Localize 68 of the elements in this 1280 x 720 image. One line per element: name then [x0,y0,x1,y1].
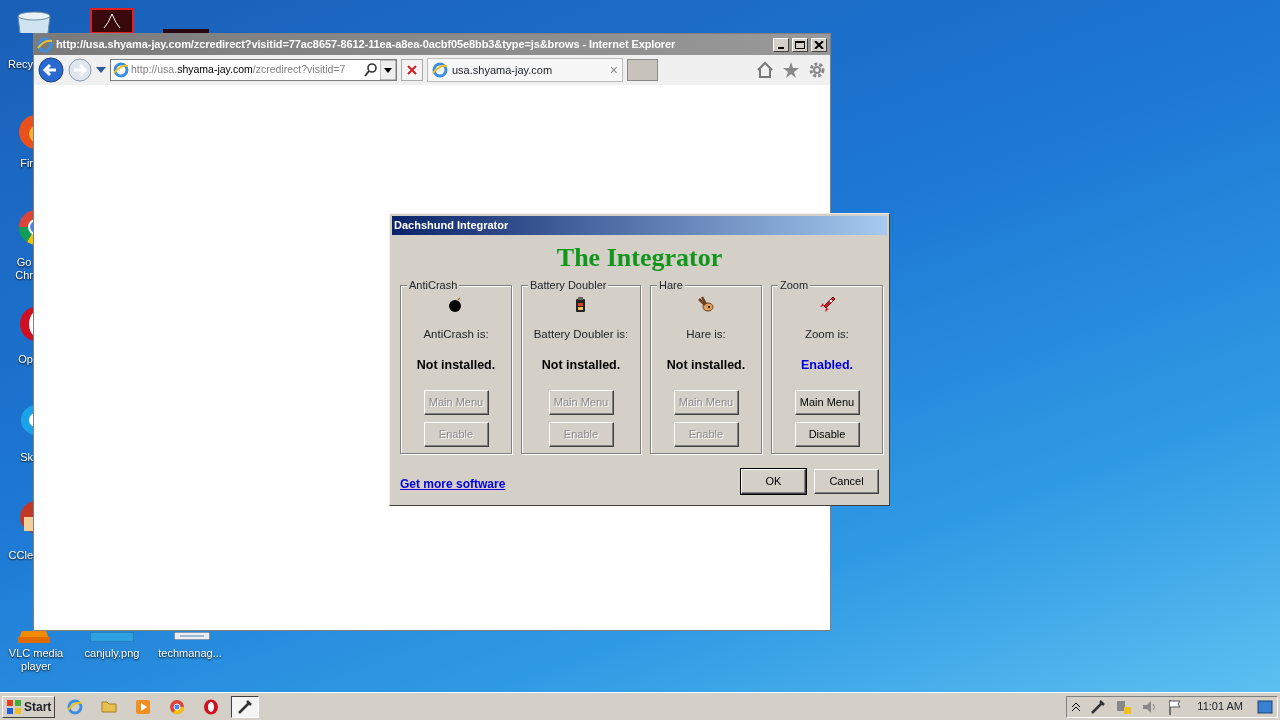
cancel-button[interactable]: Cancel [814,469,879,494]
settings-icon[interactable] [808,61,826,79]
status-text: Not installed. [666,357,746,375]
wrench-icon [237,698,254,715]
group-title: AntiCrash [407,279,460,292]
icon-label[interactable]: VLC media player [8,647,64,673]
ie-icon [432,62,448,78]
close-icon [406,64,418,76]
chevron-icon[interactable] [1071,701,1082,712]
status-text: Enabled. [800,357,854,375]
ie-icon [113,62,129,78]
status-label: Zoom is: [804,327,850,343]
dialog-heading: The Integrator [556,243,723,273]
toggle-button[interactable]: Disable [794,422,860,447]
maximize-icon [795,40,805,49]
icon-label[interactable]: Op [18,353,33,366]
folder-icon [101,698,118,715]
windows-logo-icon [6,698,22,715]
maximize-button[interactable] [792,37,808,52]
group-title: Hare [657,279,685,292]
dropdown-button[interactable] [380,60,396,80]
status-label: Hare is: [686,327,726,343]
status-label: Battery Doubler is: [533,327,629,343]
stop-button[interactable] [401,59,423,81]
ok-button[interactable]: OK [741,469,806,494]
main-menu-button[interactable]: Main Menu [794,390,860,415]
close-button[interactable] [811,37,827,52]
media-player-icon [135,698,152,715]
window-title: Dachshund Integrator [392,216,887,235]
start-button[interactable]: Start [2,695,56,718]
status-text: Not installed. [541,357,621,375]
hare-icon [697,296,715,315]
minimize-button[interactable] [773,37,789,52]
address-field[interactable]: http://usa.shyama-jay.com/zcredirect?visitid=7 [110,59,397,81]
icon-label[interactable]: Recy [7,58,33,71]
status-text: Not installed. [416,357,496,375]
minimize-icon [778,46,784,49]
show-desktop-button[interactable] [1257,699,1273,714]
group-title: Zoom [778,279,811,292]
software-link[interactable]: Get more software [400,474,506,493]
group-title: Battery Doubler [528,279,609,292]
icon-label[interactable]: techmanag... [158,647,222,660]
browser-icon [169,698,186,715]
tab-close-button[interactable]: × [609,63,618,77]
status-label: AntiCrash is: [423,327,489,343]
rocket-icon [818,296,836,315]
star-icon[interactable] [782,61,800,79]
document-icon[interactable] [174,632,210,640]
ie-icon [67,698,84,715]
ie-icon [37,36,53,53]
flag-icon[interactable] [1167,697,1184,716]
tab-title: usa.shyama-jay.com [452,62,554,78]
icon-label[interactable]: Go Chr [15,256,33,282]
icon-label[interactable]: Sk [20,451,33,464]
pdf-file-icon[interactable] [90,8,134,33]
icon-label[interactable]: CCle [8,549,33,562]
close-icon [814,40,824,49]
icon-label[interactable]: canjuly.png [84,647,140,660]
taskbar-button[interactable] [231,695,260,718]
window-title: http://usa.shyama-jay.com/zcredirect?visitid=77ac8657-8612-11ea-a8ea-0acbf05e8bb3&type=js&brows - Internet Explorer [56,37,677,53]
dropdown-icon[interactable] [96,66,106,74]
home-icon[interactable] [756,61,774,79]
clock: 11:01 AM [1197,699,1243,715]
opera-icon [203,698,220,715]
search-icon[interactable] [364,63,378,77]
browser-tab[interactable]: usa.shyama-jay.com × [427,58,623,82]
back-button[interactable] [38,57,64,83]
icon-label[interactable]: Fir [20,157,33,170]
